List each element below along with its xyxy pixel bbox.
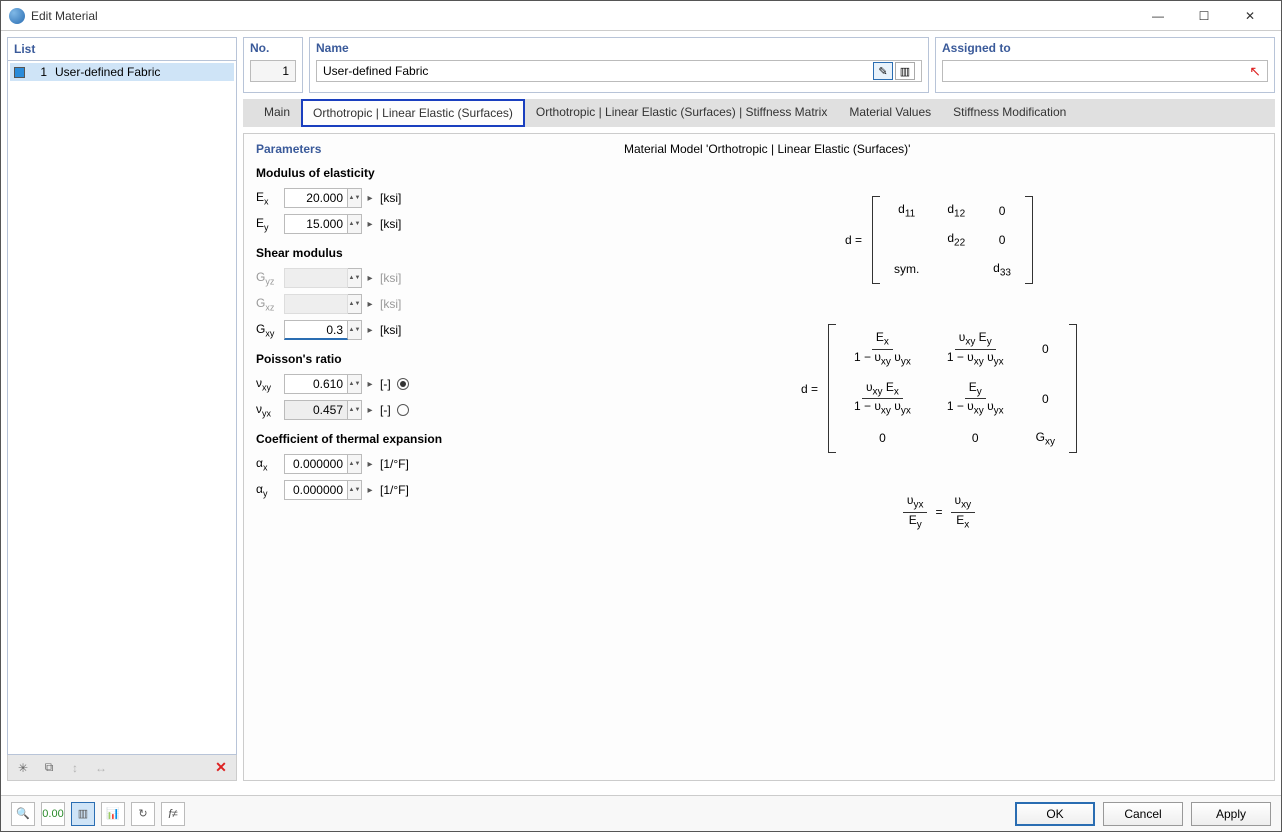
function-icon[interactable]: f≠: [161, 802, 185, 826]
tab-bar: Main Orthotropic | Linear Elastic (Surfa…: [243, 99, 1275, 127]
units-icon[interactable]: 0.00: [41, 802, 65, 826]
tab-stiffness-modification[interactable]: Stiffness Modification: [942, 99, 1077, 127]
list-item-number: 1: [33, 65, 47, 79]
Gyz-unit: [ksi]: [380, 271, 401, 285]
cancel-button[interactable]: Cancel: [1103, 802, 1183, 826]
model-title: Material Model 'Orthotropic | Linear Ela…: [624, 142, 1254, 156]
ok-button[interactable]: OK: [1015, 802, 1095, 826]
Ey-input[interactable]: 15.000: [284, 214, 348, 234]
vxy-input[interactable]: 0.610: [284, 374, 348, 394]
ax-unit: [1/°F]: [380, 457, 409, 471]
color-swatch: [14, 67, 25, 78]
view-icon[interactable]: ▥: [71, 802, 95, 826]
tool-button-4[interactable]: ↔: [90, 757, 112, 779]
vxy-menu[interactable]: ▸: [364, 379, 376, 390]
library-icon[interactable]: ▥: [895, 62, 915, 80]
tool-button-3[interactable]: ↕: [64, 757, 86, 779]
thermal-heading: Coefficient of thermal expansion: [256, 432, 592, 446]
poisson-relation: υyxEy = υxyEx: [624, 493, 1254, 531]
ay-unit: [1/°F]: [380, 483, 409, 497]
Ex-input[interactable]: 20.000: [284, 188, 348, 208]
ax-input[interactable]: 0.000000: [284, 454, 348, 474]
vxy-unit: [-]: [380, 377, 391, 391]
close-button[interactable]: ✕: [1227, 1, 1273, 31]
graph-icon[interactable]: 📊: [101, 802, 125, 826]
list-body: 1 User-defined Fabric: [7, 61, 237, 755]
Gxy-unit: [ksi]: [380, 323, 401, 337]
Gxz-spinner: ▲▼: [348, 294, 362, 314]
ay-menu[interactable]: ▸: [364, 485, 376, 496]
tab-main[interactable]: Main: [253, 99, 301, 127]
vxy-label: νxy: [256, 376, 284, 392]
vyx-radio[interactable]: [397, 404, 409, 416]
apply-button[interactable]: Apply: [1191, 802, 1271, 826]
name-input[interactable]: User-defined Fabric ✎ ▥: [316, 60, 922, 82]
vyx-label: νyx: [256, 402, 284, 418]
minimize-button[interactable]: —: [1135, 1, 1181, 31]
vyx-input[interactable]: 0.457: [284, 400, 348, 420]
Gxy-label: Gxy: [256, 322, 284, 338]
Gyz-label: Gyz: [256, 270, 284, 286]
Gyz-input: [284, 268, 348, 288]
Gxz-input: [284, 294, 348, 314]
Gxy-input[interactable]: 0.3: [284, 320, 348, 340]
Gxz-menu: ▸: [364, 299, 376, 310]
modulus-heading: Modulus of elasticity: [256, 166, 592, 180]
select-objects-icon[interactable]: ↖: [1249, 63, 1261, 80]
ax-spinner[interactable]: ▲▼: [348, 454, 362, 474]
ay-input[interactable]: 0.000000: [284, 480, 348, 500]
Gxy-menu[interactable]: ▸: [364, 325, 376, 336]
tab-ortho-elastic[interactable]: Orthotropic | Linear Elastic (Surfaces): [301, 99, 525, 127]
assigned-label: Assigned to: [936, 38, 1274, 58]
vyx-menu[interactable]: ▸: [364, 405, 376, 416]
Gxz-unit: [ksi]: [380, 297, 401, 311]
refresh-icon[interactable]: ↻: [131, 802, 155, 826]
app-icon: [9, 8, 25, 24]
Gyz-spinner: ▲▼: [348, 268, 362, 288]
name-label: Name: [310, 38, 928, 58]
copy-item-button[interactable]: ⧉: [38, 757, 60, 779]
Ex-spinner[interactable]: ▲▼: [348, 188, 362, 208]
ay-spinner[interactable]: ▲▼: [348, 480, 362, 500]
poisson-heading: Poisson's ratio: [256, 352, 592, 366]
vyx-spinner[interactable]: ▲▼: [348, 400, 362, 420]
matrix-d-symbolic: d = d11d120 d220 sym.d33: [624, 196, 1254, 284]
ay-label: αy: [256, 482, 284, 498]
list-item-label: User-defined Fabric: [55, 65, 160, 79]
tab-stiffness-matrix[interactable]: Orthotropic | Linear Elastic (Surfaces) …: [525, 99, 838, 127]
vxy-radio[interactable]: [397, 378, 409, 390]
Gyz-menu: ▸: [364, 273, 376, 284]
vxy-spinner[interactable]: ▲▼: [348, 374, 362, 394]
tab-material-values[interactable]: Material Values: [838, 99, 942, 127]
Ey-menu[interactable]: ▸: [364, 219, 376, 230]
window-title: Edit Material: [31, 9, 1135, 23]
vyx-unit: [-]: [380, 403, 391, 417]
ax-menu[interactable]: ▸: [364, 459, 376, 470]
assigned-input[interactable]: ↖: [942, 60, 1268, 82]
delete-item-button[interactable]: ✕: [210, 757, 232, 779]
Ey-spinner[interactable]: ▲▼: [348, 214, 362, 234]
no-label: No.: [244, 38, 302, 58]
Ex-unit: [ksi]: [380, 191, 401, 205]
ax-label: αx: [256, 456, 284, 472]
Gxz-label: Gxz: [256, 296, 284, 312]
Ex-label: Ex: [256, 190, 284, 206]
list-header: List: [7, 37, 237, 61]
maximize-button[interactable]: ☐: [1181, 1, 1227, 31]
help-icon[interactable]: 🔍: [11, 802, 35, 826]
Ex-menu[interactable]: ▸: [364, 193, 376, 204]
Gxy-spinner[interactable]: ▲▼: [348, 320, 362, 340]
list-item[interactable]: 1 User-defined Fabric: [10, 63, 234, 81]
parameters-title: Parameters: [256, 142, 592, 156]
Ey-unit: [ksi]: [380, 217, 401, 231]
matrix-d-expanded: d = Ex1 − υxy υyx υxy Ey1 − υxy υyx 0 υx…: [624, 324, 1254, 453]
new-item-button[interactable]: ✳: [12, 757, 34, 779]
edit-name-icon[interactable]: ✎: [873, 62, 893, 80]
shear-heading: Shear modulus: [256, 246, 592, 260]
Ey-label: Ey: [256, 216, 284, 232]
no-input[interactable]: 1: [250, 60, 296, 82]
